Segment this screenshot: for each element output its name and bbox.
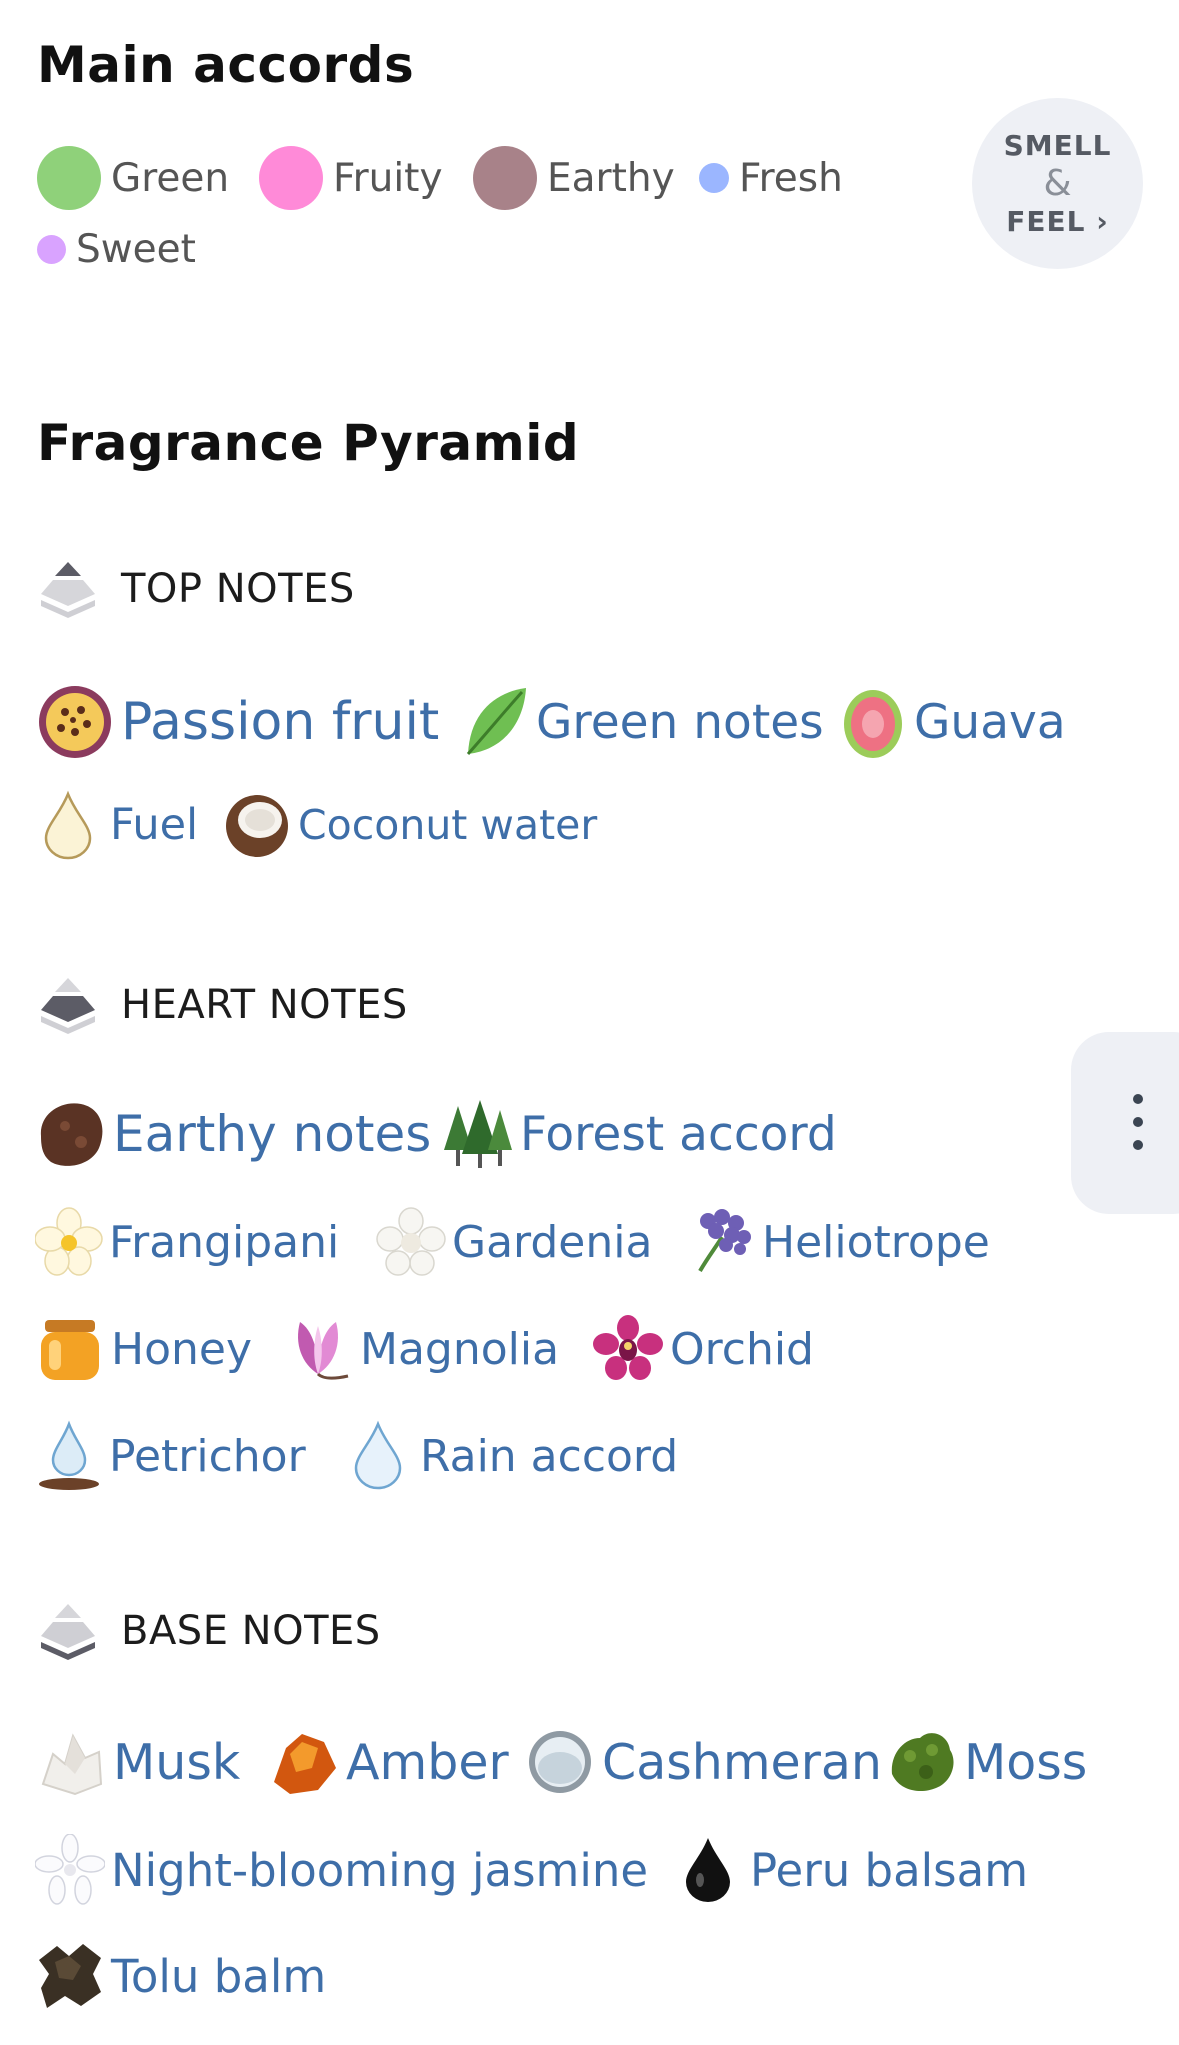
note-label: Forest accord xyxy=(520,1106,837,1162)
earth-soil-icon xyxy=(40,1103,103,1166)
note-musk[interactable]: Musk xyxy=(35,1724,240,1800)
note-label: Magnolia xyxy=(360,1323,560,1375)
note-guava[interactable]: Guava xyxy=(838,682,1066,762)
base-notes-label: BASE NOTES xyxy=(121,1608,381,1654)
pyramid-top-tier-icon xyxy=(41,562,95,618)
gardenia-flower-icon xyxy=(376,1207,446,1276)
note-label: Peru balsam xyxy=(750,1843,1029,1897)
note-night-blooming-jasmine[interactable]: Night-blooming jasmine xyxy=(35,1834,648,1906)
accord-dot-sweet xyxy=(37,234,66,264)
accord-green[interactable]: Green xyxy=(37,146,229,210)
note-moss[interactable]: Moss xyxy=(886,1724,1087,1800)
note-frangipani[interactable]: Frangipani xyxy=(35,1207,339,1277)
note-earthy-notes[interactable]: Earthy notes xyxy=(35,1096,431,1172)
note-label: Honey xyxy=(111,1323,253,1375)
note-label: Orchid xyxy=(670,1323,814,1375)
heart-notes-label: HEART NOTES xyxy=(121,982,408,1028)
more-options-tab[interactable] xyxy=(1071,1032,1179,1214)
amber-stone-icon xyxy=(274,1734,336,1794)
moss-icon xyxy=(891,1733,954,1792)
pyramid-heart-tier-icon xyxy=(41,978,95,1034)
note-passion-fruit[interactable]: Passion fruit xyxy=(35,682,439,762)
heart-notes-header: HEART NOTES xyxy=(35,972,408,1038)
smell-feel-line2: FEEL › xyxy=(1006,204,1109,238)
jasmine-flower-icon xyxy=(35,1834,105,1905)
note-coconut-water[interactable]: Coconut water xyxy=(222,790,597,860)
note-forest-accord[interactable]: Forest accord xyxy=(440,1096,837,1172)
note-label: Night-blooming jasmine xyxy=(111,1843,649,1897)
balsam-drop-icon xyxy=(686,1838,730,1902)
note-label: Cashmeran xyxy=(602,1733,882,1791)
accord-fruity[interactable]: Fruity xyxy=(259,146,443,210)
note-label: Rain accord xyxy=(420,1430,679,1482)
base-notes-header: BASE NOTES xyxy=(35,1598,381,1664)
accord-sweet[interactable]: Sweet xyxy=(37,224,196,274)
note-label: Musk xyxy=(113,1733,241,1791)
frangipani-flower-icon xyxy=(35,1207,103,1276)
note-green-notes[interactable]: Green notes xyxy=(460,682,824,762)
note-fuel[interactable]: Fuel xyxy=(40,790,198,860)
note-label: Coconut water xyxy=(298,801,598,849)
tolu-bark-icon xyxy=(39,1944,101,2008)
accord-label: Fresh xyxy=(739,155,843,201)
accord-label: Fruity xyxy=(333,155,443,201)
forest-trees-icon xyxy=(444,1100,512,1168)
note-rain-accord[interactable]: Rain accord xyxy=(350,1420,678,1492)
note-label: Amber xyxy=(346,1733,509,1791)
rain-drop-icon xyxy=(354,1420,402,1490)
note-label: Guava xyxy=(914,694,1066,750)
orchid-flower-icon xyxy=(593,1315,663,1380)
note-heliotrope[interactable]: Heliotrope xyxy=(686,1207,990,1277)
note-label: Heliotrope xyxy=(762,1216,990,1268)
fuel-drop-icon xyxy=(44,790,92,860)
accord-label: Earthy xyxy=(547,155,675,201)
green-leaf-icon xyxy=(466,688,526,756)
smell-feel-line1: SMELL xyxy=(1003,128,1112,162)
note-magnolia[interactable]: Magnolia xyxy=(282,1314,559,1384)
note-petrichor[interactable]: Petrichor xyxy=(35,1420,306,1492)
accord-dot-green xyxy=(37,146,101,210)
note-cashmeran[interactable]: Cashmeran xyxy=(524,1724,882,1800)
accord-label: Green xyxy=(111,155,230,201)
accord-dot-earthy xyxy=(473,146,537,210)
main-accords-title: Main accords xyxy=(37,36,415,94)
accord-earthy[interactable]: Earthy xyxy=(473,146,675,210)
accord-label: Sweet xyxy=(76,226,196,272)
note-orchid[interactable]: Orchid xyxy=(592,1314,814,1384)
note-gardenia[interactable]: Gardenia xyxy=(376,1207,652,1277)
note-label: Gardenia xyxy=(452,1216,653,1268)
more-vertical-icon xyxy=(1131,1094,1145,1154)
top-notes-label: TOP NOTES xyxy=(121,566,355,612)
heliotrope-flower-icon xyxy=(698,1209,751,1272)
note-tolu-balm[interactable]: Tolu balm xyxy=(35,1940,326,2012)
accord-fresh[interactable]: Fresh xyxy=(699,146,843,210)
coconut-icon xyxy=(226,795,288,857)
note-label: Earthy notes xyxy=(113,1105,432,1163)
note-label: Fuel xyxy=(110,800,199,850)
note-label: Tolu balm xyxy=(111,1949,327,2003)
cashmeran-ring-icon xyxy=(529,1731,591,1793)
fragrance-pyramid-title: Fragrance Pyramid xyxy=(37,414,580,472)
musk-crystal-icon xyxy=(41,1733,103,1796)
note-label: Frangipani xyxy=(109,1216,340,1268)
note-label: Passion fruit xyxy=(121,692,440,752)
note-peru-balsam[interactable]: Peru balsam xyxy=(680,1834,1028,1906)
guava-icon xyxy=(844,690,902,758)
note-label: Green notes xyxy=(536,694,824,750)
note-label: Petrichor xyxy=(109,1430,306,1482)
magnolia-flower-icon xyxy=(298,1322,349,1380)
accord-dot-fruity xyxy=(259,146,323,210)
note-label: Moss xyxy=(964,1733,1088,1791)
note-amber[interactable]: Amber xyxy=(268,1724,509,1800)
honey-jar-icon xyxy=(41,1320,99,1380)
pyramid-base-tier-icon xyxy=(41,1604,95,1660)
top-notes-header: TOP NOTES xyxy=(35,556,355,622)
smell-and-feel-button[interactable]: SMELL & FEEL › xyxy=(972,98,1143,269)
note-honey[interactable]: Honey xyxy=(35,1314,252,1384)
petrichor-drop-icon xyxy=(39,1420,99,1490)
accord-dot-fresh xyxy=(699,163,729,193)
passion-fruit-icon xyxy=(39,686,111,758)
smell-feel-ampersand: & xyxy=(1043,162,1072,204)
